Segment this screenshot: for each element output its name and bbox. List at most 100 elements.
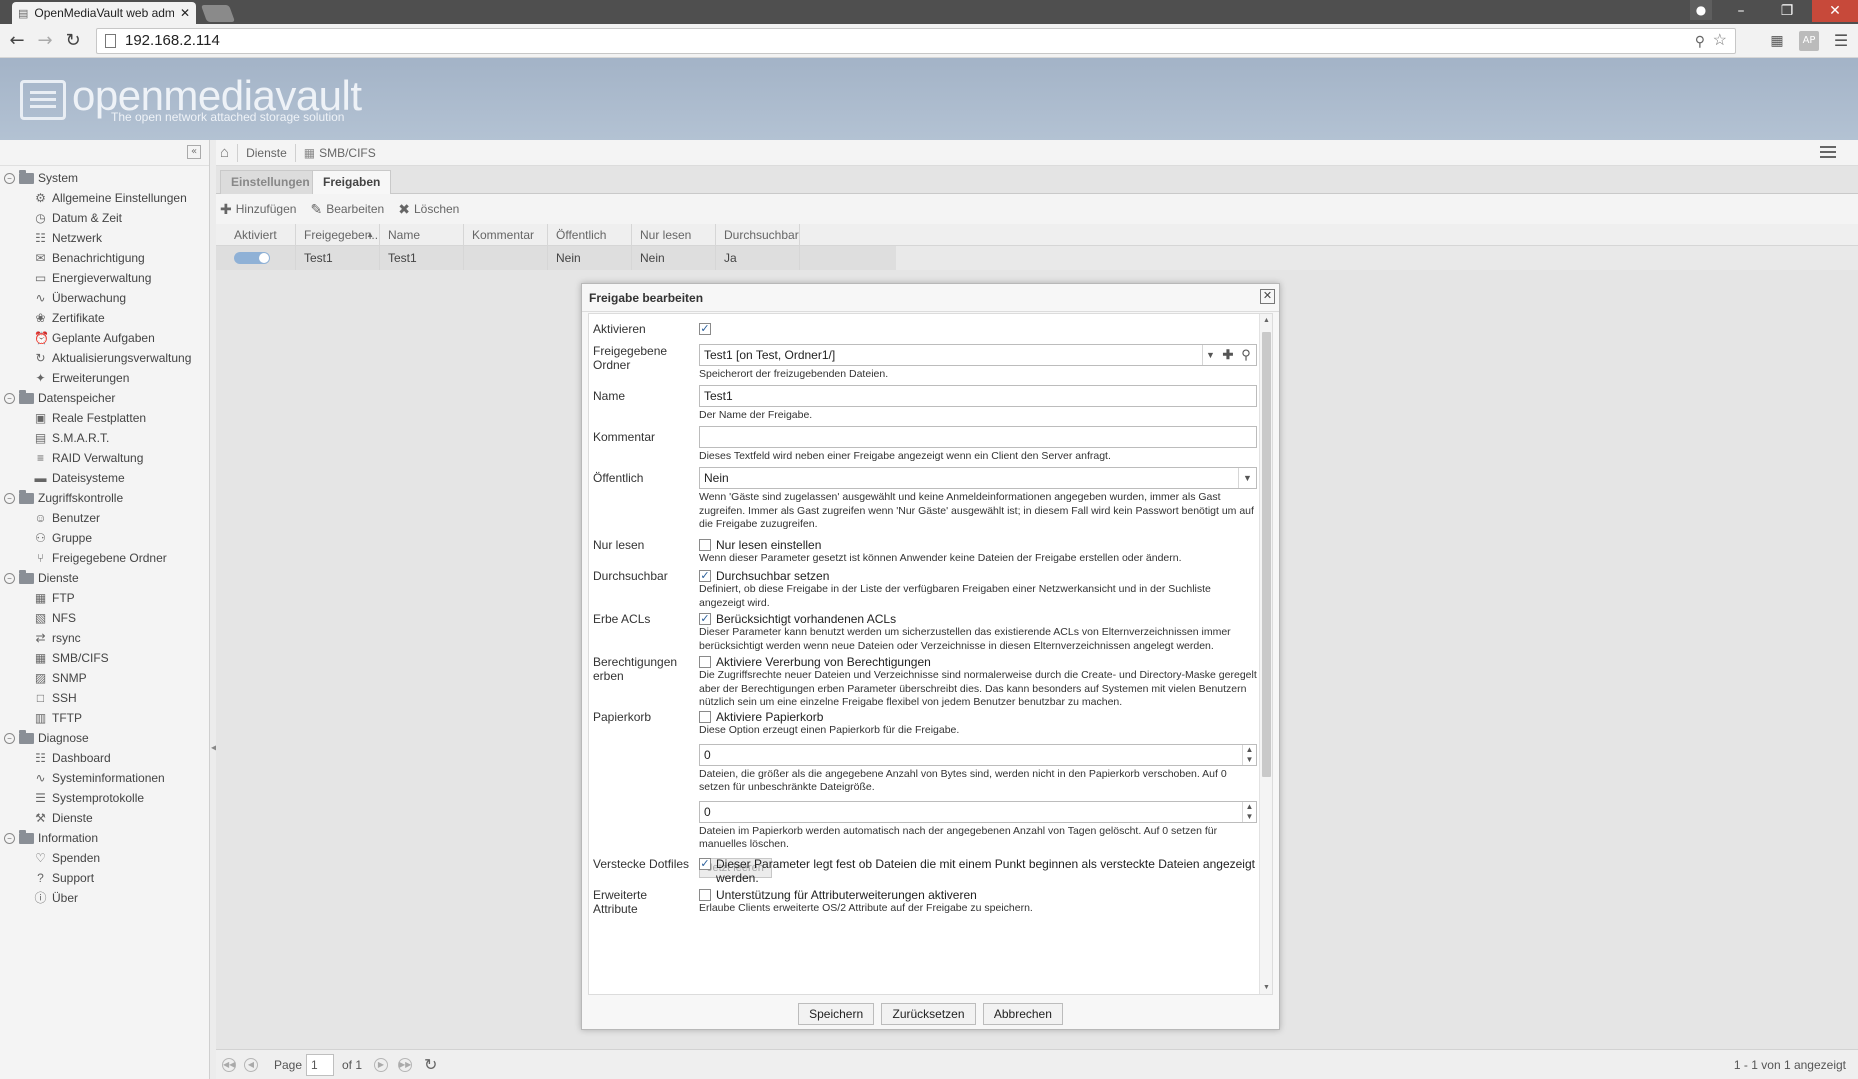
sidebar-item-raid-verwaltung[interactable]: ≡ RAID Verwaltung — [0, 448, 209, 468]
bookmark-star-icon[interactable]: ☆ — [1713, 29, 1727, 53]
sidebar-item-allgemeine-einstellungen[interactable]: ⚙ Allgemeine Einstellungen — [0, 188, 209, 208]
next-page-icon[interactable]: ▶ — [374, 1058, 388, 1072]
recyclebin-checkbox[interactable] — [699, 711, 711, 723]
tab-freigaben[interactable]: Freigaben — [312, 170, 392, 195]
add-folder-icon[interactable]: ✚ — [1220, 345, 1236, 365]
sidebar-item-dateisysteme[interactable]: ▬ Dateisysteme — [0, 468, 209, 488]
sidebar-item-datum-zeit[interactable]: ◷ Datum & Zeit — [0, 208, 209, 228]
back-icon[interactable]: ← — [6, 30, 28, 52]
spinner-up-down-icon[interactable]: ▲ ▼ — [1242, 801, 1256, 822]
sidebar-item-reale-festplatten[interactable]: ▣ Reale Festplatten — [0, 408, 209, 428]
browser-menu-icon[interactable]: ☰ — [1831, 31, 1851, 51]
sidebar-item-dienste[interactable]: ⚒ Dienste — [0, 808, 209, 828]
browser-tab[interactable]: ▤ OpenMediaVault web adm ✕ — [12, 2, 196, 24]
hidedotfiles-checkbox[interactable]: ✓ — [699, 858, 711, 870]
sidebar-item-freigegebene-ordner[interactable]: ⑂ Freigegebene Ordner — [0, 548, 209, 568]
inheritpermissions-checkbox-row[interactable]: Aktiviere Vererbung von Berechtigungen — [699, 655, 1257, 669]
spinner-up-down-icon[interactable]: ▲ ▼ — [1242, 744, 1256, 765]
column-header-aktiviert[interactable]: Aktiviert — [216, 224, 296, 246]
sidebar-item-erweiterungen[interactable]: ✦ Erweiterungen — [0, 368, 209, 388]
sidebar-item-ber[interactable]: ⓘ Über — [0, 888, 209, 908]
sidebar-item-zertifikate[interactable]: ❀ Zertifikate — [0, 308, 209, 328]
scroll-up-icon[interactable]: ▲ — [1261, 317, 1272, 324]
first-page-icon[interactable]: ◀◀ — [222, 1058, 236, 1072]
last-page-icon[interactable]: ▶▶ — [398, 1058, 412, 1072]
collapse-toggle-icon[interactable]: − — [4, 572, 15, 584]
tab-einstellungen[interactable]: Einstellungen — [220, 170, 321, 194]
extension-icon[interactable]: ▦ — [1767, 31, 1787, 51]
chevron-down-icon[interactable]: ▼ — [1238, 468, 1256, 488]
home-icon[interactable]: ⌂ — [220, 144, 229, 161]
collapse-toggle-icon[interactable]: − — [4, 832, 15, 844]
nav-group-diagnose[interactable]: − Diagnose — [0, 728, 209, 748]
inheritpermissions-checkbox[interactable] — [699, 656, 711, 668]
readonly-checkbox-row[interactable]: Nur lesen einstellen — [699, 538, 1257, 552]
inheritacls-checkbox-row[interactable]: ✓ Berücksichtigt vorhandenen ACLs — [699, 612, 1257, 626]
name-input[interactable]: Test1 — [699, 385, 1257, 407]
sidebar-item-nfs[interactable]: ▧ NFS — [0, 608, 209, 628]
nav-group-system[interactable]: − System — [0, 168, 209, 188]
sidebar-item-gruppe[interactable]: ⚇ Gruppe — [0, 528, 209, 548]
save-button[interactable]: Speichern — [798, 1003, 875, 1025]
easupport-checkbox-row[interactable]: Unterstützung für Attributerweiterungen … — [699, 888, 1257, 902]
cancel-button[interactable]: Abbrechen — [982, 1003, 1063, 1025]
minimize-button[interactable]: – — [1718, 0, 1764, 22]
tab-close-icon[interactable]: ✕ — [180, 6, 190, 20]
dialog-scrollbar[interactable]: ▲ ▼ — [1259, 314, 1272, 994]
breadcrumb-section[interactable]: Dienste — [246, 146, 287, 160]
key-icon[interactable]: ⚲ — [1695, 29, 1705, 53]
chevron-down-icon[interactable]: ▼ — [1202, 345, 1218, 365]
collapse-sidebar-icon[interactable]: « — [187, 145, 201, 159]
table-row[interactable]: Test1 Test1 Nein Nein Ja — [216, 246, 896, 270]
sidebar-item-systeminformationen[interactable]: ∿ Systeminformationen — [0, 768, 209, 788]
refresh-icon[interactable]: ↻ — [424, 1055, 437, 1075]
panel-menu-icon[interactable] — [1820, 146, 1836, 160]
hidedotfiles-checkbox-row[interactable]: ✓ Dieser Parameter legt fest ob Dateien … — [699, 857, 1257, 885]
sidebar-item-ssh[interactable]: □ SSH — [0, 688, 209, 708]
close-icon[interactable]: ✕ — [1260, 289, 1275, 304]
column-header-oeffentlich[interactable]: Öffentlich — [548, 224, 632, 246]
nav-group-information[interactable]: − Information — [0, 828, 209, 848]
extension-ap-icon[interactable]: AP — [1799, 31, 1819, 51]
add-button[interactable]: ✚ Hinzufügen — [220, 201, 296, 218]
collapse-toggle-icon[interactable]: − — [4, 392, 15, 404]
prev-page-icon[interactable]: ◀ — [244, 1058, 258, 1072]
reload-icon[interactable]: ↻ — [62, 30, 84, 52]
page-number-input[interactable]: 1 — [306, 1054, 334, 1076]
edit-button[interactable]: ✎ Bearbeiten — [310, 201, 384, 218]
sidebar-item-s-m-a-r-t[interactable]: ▤ S.M.A.R.T. — [0, 428, 209, 448]
nav-group-zugriffskontrolle[interactable]: − Zugriffskontrolle — [0, 488, 209, 508]
maxsize-number-input[interactable]: 0 ▲ ▼ — [699, 743, 1257, 766]
sidebar-item-aktualisierungsverwaltung[interactable]: ↻ Aktualisierungsverwaltung — [0, 348, 209, 368]
enabled-toggle[interactable] — [234, 252, 270, 264]
delete-button[interactable]: ✖ Löschen — [398, 201, 459, 218]
sidebar-item-systemprotokolle[interactable]: ☰ Systemprotokolle — [0, 788, 209, 808]
sidebar-item-benachrichtigung[interactable]: ✉ Benachrichtigung — [0, 248, 209, 268]
collapse-toggle-icon[interactable]: − — [4, 492, 15, 504]
readonly-checkbox[interactable] — [699, 539, 711, 551]
guest-select[interactable]: Nein ▼ — [699, 467, 1257, 489]
reset-button[interactable]: Zurücksetzen — [881, 1003, 976, 1025]
column-header-name[interactable]: Name — [380, 224, 464, 246]
scrollbar-thumb[interactable] — [1262, 332, 1271, 777]
nav-group-dienste[interactable]: − Dienste — [0, 568, 209, 588]
nav-group-datenspeicher[interactable]: − Datenspeicher — [0, 388, 209, 408]
collapse-toggle-icon[interactable]: − — [4, 172, 15, 184]
recyclebin-checkbox-row[interactable]: Aktiviere Papierkorb — [699, 710, 1257, 724]
easupport-checkbox[interactable] — [699, 889, 711, 901]
sidebar-item-snmp[interactable]: ▨ SNMP — [0, 668, 209, 688]
inheritacls-checkbox[interactable]: ✓ — [699, 613, 711, 625]
breadcrumb-page[interactable]: SMB/CIFS — [319, 146, 376, 160]
column-header-nur-lesen[interactable]: Nur lesen — [632, 224, 716, 246]
sidebar-item-berwachung[interactable]: ∿ Überwachung — [0, 288, 209, 308]
address-bar[interactable]: 192.168.2.114 ⚲ ☆ — [96, 28, 1736, 54]
new-tab-button[interactable] — [200, 5, 236, 22]
comment-input[interactable] — [699, 426, 1257, 448]
forward-icon[interactable]: → — [34, 30, 56, 52]
sidebar-item-benutzer[interactable]: ☺ Benutzer — [0, 508, 209, 528]
profile-icon[interactable]: ● — [1690, 0, 1712, 20]
browseable-checkbox[interactable]: ✓ — [699, 570, 711, 582]
sidebar-item-ftp[interactable]: ▦ FTP — [0, 588, 209, 608]
sidebar-item-rsync[interactable]: ⇄ rsync — [0, 628, 209, 648]
browseable-checkbox-row[interactable]: ✓ Durchsuchbar setzen — [699, 569, 1257, 583]
